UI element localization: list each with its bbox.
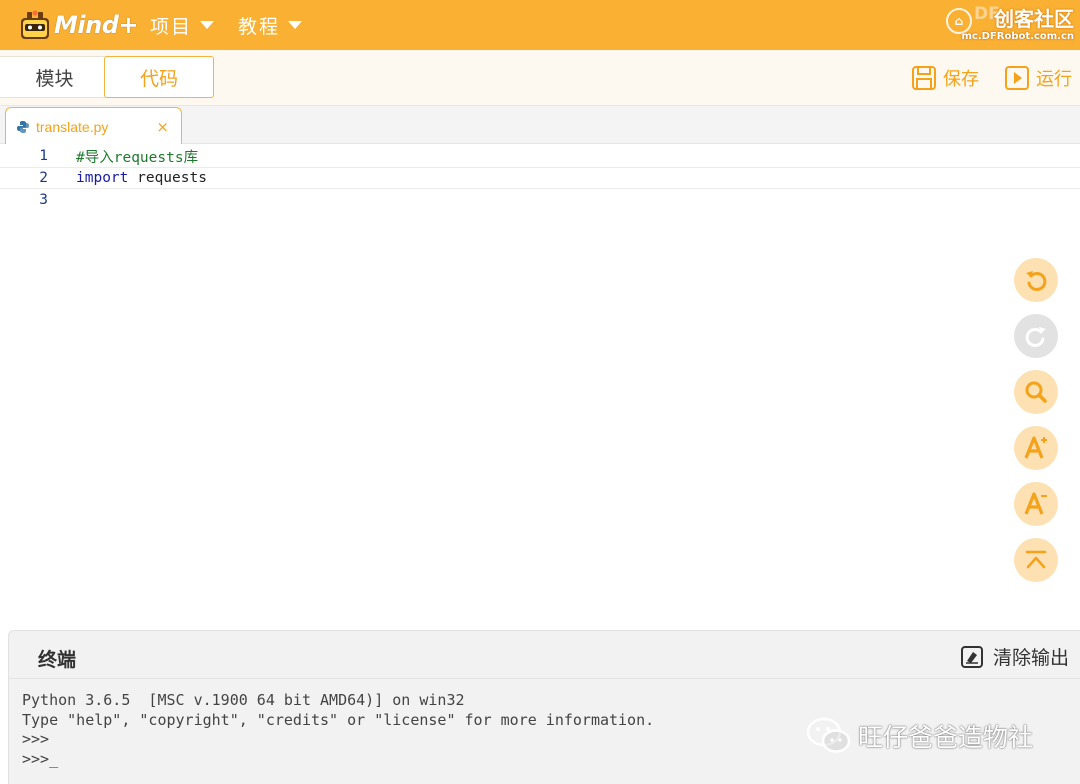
watermark-title: 创客社区: [994, 7, 1074, 31]
menu-tutorial[interactable]: 教程: [238, 0, 303, 50]
eraser-icon: [960, 645, 983, 668]
terminal-prompt: >>>_: [22, 749, 59, 768]
search-icon: [1025, 381, 1047, 403]
scroll-top-icon: [1025, 550, 1047, 569]
tab-blocks[interactable]: 模块: [0, 56, 110, 98]
menu-tutorial-label: 教程: [238, 15, 281, 38]
line-number: 2: [39, 170, 48, 186]
search-button[interactable]: [1014, 370, 1058, 414]
editor-tab-strip: translate.py ×: [0, 106, 1080, 145]
wechat-icon: [806, 716, 852, 756]
top-menu-bar: Mind+ 项目 教程 ⌂ DF 创客社区 mc.DFRobot.com.cn: [0, 0, 1080, 50]
close-tab-icon[interactable]: ×: [156, 118, 169, 136]
terminal-line: Type "help", "copyright", "credits" or "…: [22, 710, 655, 729]
play-icon: [1005, 66, 1029, 90]
line-text: requests: [128, 170, 207, 186]
terminal-header: 终端 清除输出: [9, 631, 1080, 679]
menu-project[interactable]: 项目: [150, 0, 215, 50]
logo-text: Mind+: [54, 11, 138, 39]
watermark-url: mc.DFRobot.com.cn: [961, 31, 1074, 42]
save-icon: [912, 66, 936, 90]
robot-logo-icon: [18, 9, 52, 41]
code-line: 3: [0, 189, 1080, 211]
save-label: 保存: [943, 69, 979, 90]
font-increase-icon: [1024, 436, 1047, 459]
code-line: 1 #导入requests库: [0, 145, 1080, 167]
dfrobot-watermark: ⌂ DF 创客社区 mc.DFRobot.com.cn: [946, 2, 1074, 46]
caret-down-icon: [200, 21, 215, 29]
code-line-current: 2 import requests: [0, 167, 1080, 189]
undo-icon: [1026, 271, 1047, 291]
redo-button[interactable]: [1014, 314, 1058, 358]
save-button[interactable]: 保存: [911, 64, 979, 92]
wechat-label: 旺仔爸爸造物社: [858, 723, 1034, 752]
file-tab-name: translate.py: [36, 118, 109, 135]
line-number: 1: [39, 148, 48, 164]
keyword-token: import: [76, 170, 129, 186]
caret-down-icon: [288, 21, 303, 29]
terminal-line: Python 3.6.5 [MSC v.1900 64 bit AMD64)] …: [22, 691, 465, 709]
font-decrease-icon: [1024, 492, 1047, 515]
terminal-output[interactable]: Python 3.6.5 [MSC v.1900 64 bit AMD64)] …: [22, 691, 654, 769]
scroll-top-button[interactable]: [1014, 538, 1058, 582]
mindplus-logo[interactable]: Mind+: [18, 6, 138, 44]
redo-icon: [1025, 327, 1046, 347]
line-number: 3: [39, 192, 48, 208]
terminal-line: >>>: [22, 730, 50, 748]
code-editor[interactable]: 1 #导入requests库 2 import requests 3: [0, 144, 1080, 630]
wechat-watermark: 旺仔爸爸造物社: [806, 716, 1033, 756]
clear-output-button[interactable]: 清除输出: [960, 643, 1069, 670]
file-tab-translate[interactable]: translate.py ×: [5, 107, 182, 145]
run-button[interactable]: 运行: [1004, 64, 1072, 92]
font-increase-button[interactable]: [1014, 426, 1058, 470]
python-file-icon: [17, 120, 29, 133]
menu-project-label: 项目: [150, 15, 193, 38]
tab-code[interactable]: 代码: [104, 56, 214, 98]
clear-output-label: 清除输出: [992, 647, 1069, 669]
run-label: 运行: [1036, 69, 1072, 90]
terminal-title: 终端: [38, 649, 77, 671]
terminal-panel: 终端 清除输出 Python 3.6.5 [MSC v.1900 64 bit …: [8, 630, 1080, 784]
mode-bar: 模块 代码 保存 运行: [0, 50, 1080, 106]
font-decrease-button[interactable]: [1014, 482, 1058, 526]
undo-button[interactable]: [1014, 258, 1058, 302]
line-text: #导入requests库: [76, 149, 199, 166]
